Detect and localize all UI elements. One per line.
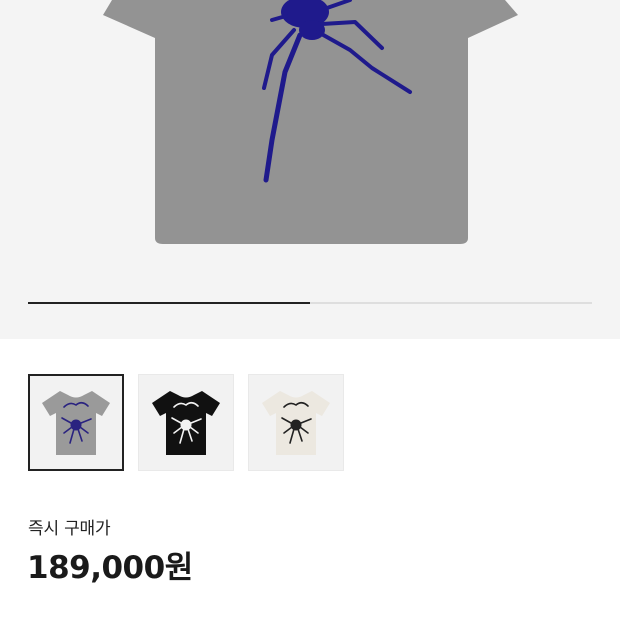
thumbnail-grey[interactable] bbox=[28, 374, 124, 471]
shirt-thumbnail-icon bbox=[262, 390, 330, 455]
thumbnail-cream[interactable] bbox=[248, 374, 344, 471]
gallery-progress-fill bbox=[28, 302, 310, 304]
thumbnail-list bbox=[28, 374, 344, 471]
product-image-gallery[interactable] bbox=[0, 0, 620, 339]
instant-buy-price-value: 189,000원 bbox=[27, 550, 193, 586]
shirt-thumbnail-icon bbox=[152, 390, 220, 455]
gallery-progress-bar bbox=[28, 302, 592, 304]
product-main-image bbox=[103, 0, 518, 244]
shirt-thumbnail-icon bbox=[42, 390, 110, 455]
instant-buy-price-label: 즉시 구매가 bbox=[28, 519, 111, 539]
thumbnail-black[interactable] bbox=[138, 374, 234, 471]
